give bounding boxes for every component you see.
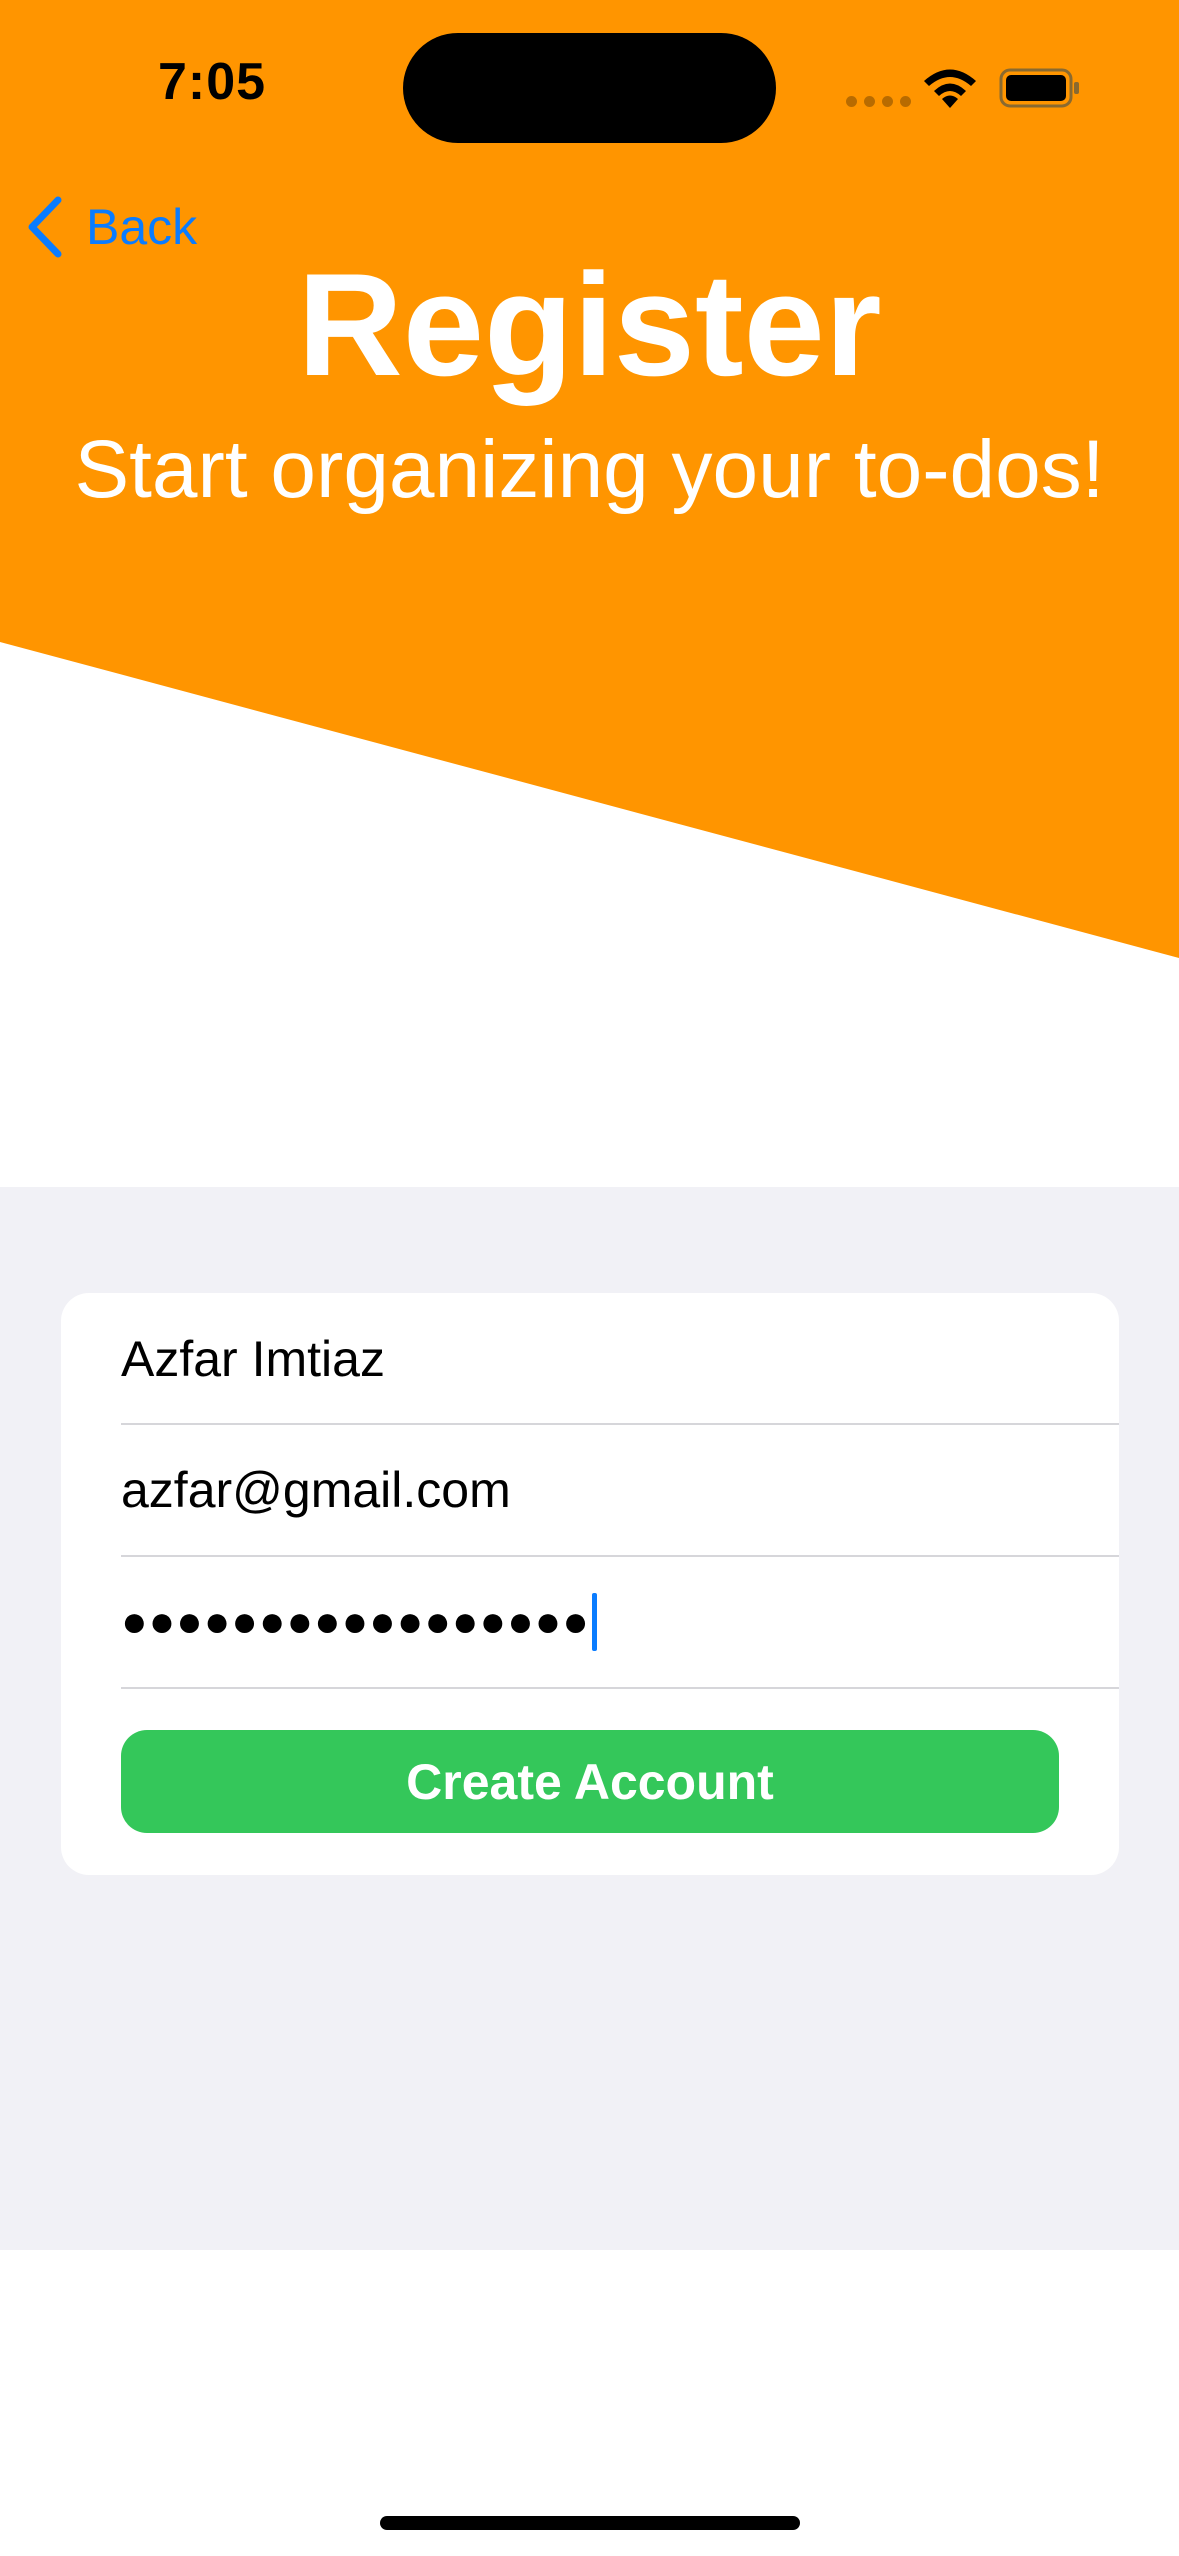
dynamic-island [403,33,776,143]
password-field[interactable]: ●●●●●●●●●●●●●●●●● [121,1556,1119,1687]
wifi-icon [924,69,976,108]
back-label: Back [86,199,198,255]
battery-icon [999,68,1079,108]
form-section: Azfar Imtiaz azfar@gmail.com ●●●●●●●●●●●… [0,1187,1179,2250]
password-value: ●●●●●●●●●●●●●●●●● [121,1596,590,1646]
form-card: Azfar Imtiaz azfar@gmail.com ●●●●●●●●●●●… [61,1293,1119,1875]
create-account-button[interactable]: Create Account [121,1730,1059,1833]
email-field[interactable]: azfar@gmail.com [121,1424,1119,1555]
cellular-signal-icon [846,96,911,107]
text-cursor [591,1592,597,1651]
chevron-left-icon [28,196,62,258]
page-title: Register [297,243,882,406]
full-name-field[interactable]: Azfar Imtiaz [121,1293,1119,1424]
divider [121,1687,1119,1689]
home-indicator[interactable] [380,2516,800,2530]
page-subtitle: Start organizing your to-dos! [74,424,1105,515]
status-time: 7:05 [158,53,267,111]
back-button[interactable]: Back [24,196,197,258]
